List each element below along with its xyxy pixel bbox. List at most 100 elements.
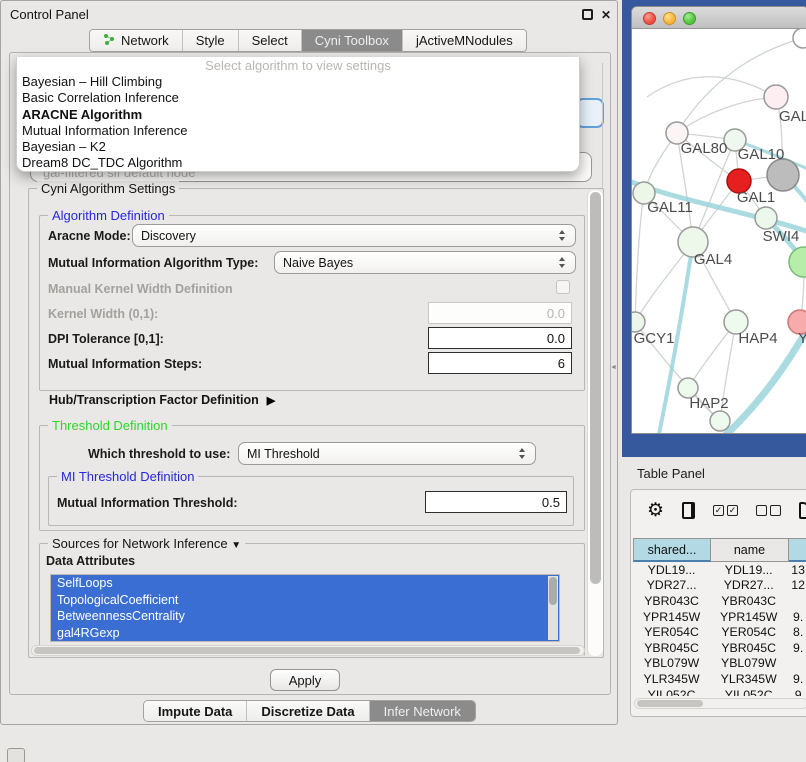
attribute-item-topologicalcoefficient[interactable]: TopologicalCoefficient <box>51 592 559 609</box>
node-partial-top[interactable] <box>793 29 806 48</box>
minimize-traffic-light-icon[interactable] <box>663 12 676 25</box>
network-edge[interactable] <box>635 193 644 322</box>
sources-title[interactable]: Sources for Network Inference ▼ <box>48 536 245 551</box>
attributes-scrollbar[interactable] <box>548 576 558 640</box>
network-edge[interactable] <box>677 97 776 133</box>
node-gcy1[interactable] <box>632 312 645 332</box>
manual-kernel-checkbox[interactable] <box>556 280 570 294</box>
table-horizontal-scrollbar[interactable] <box>634 698 806 709</box>
algorithm-dropdown-placeholder: Select algorithm to view settings <box>17 57 579 74</box>
table-row[interactable]: YDL19...YDL19...13 <box>633 562 806 578</box>
node-swi4[interactable] <box>755 207 777 229</box>
expand-right-icon: ▶ <box>267 394 275 407</box>
data-attributes-list[interactable]: SelfLoopsTopologicalCoefficientBetweenne… <box>50 574 560 642</box>
bottom-tab-discretize-data[interactable]: Discretize Data <box>247 701 369 721</box>
mi-threshold-definition-group: MI Threshold Definition Mutual Informati… <box>48 476 574 526</box>
which-threshold-label: Which threshold to use: <box>88 447 230 461</box>
mi-threshold-value: 0.5 <box>542 495 560 510</box>
deselect-all-checkboxes-icon[interactable] <box>756 505 781 516</box>
attribute-item-gal4rgexp[interactable]: gal4RGexp <box>51 625 559 642</box>
table-row[interactable]: YIL052CYIL052C9 <box>633 687 806 696</box>
clipped-button-fragment[interactable] <box>7 748 25 762</box>
table-row[interactable]: YLR345WYLR345W9. <box>633 671 806 687</box>
tab-cyni-toolbox[interactable]: Cyni Toolbox <box>302 30 403 51</box>
mi-threshold-field[interactable]: 0.5 <box>425 491 567 513</box>
export-table-icon[interactable] <box>799 502 806 519</box>
which-threshold-value: MI Threshold <box>247 447 320 461</box>
node-gray[interactable] <box>767 159 799 191</box>
node-big-green[interactable] <box>789 247 806 277</box>
gear-icon[interactable]: ⚙ <box>647 501 664 520</box>
mi-type-combo[interactable]: Naive Bayes <box>274 251 576 274</box>
algorithm-option-mutual-information-inference[interactable]: Mutual Information Inference <box>17 123 579 139</box>
attribute-item-betweennesscentrality[interactable]: BetweennessCentrality <box>51 608 559 625</box>
combo-arrows-icon <box>519 448 527 459</box>
attributes-scrollbar-thumb[interactable] <box>549 577 557 605</box>
bottom-tab-infer-network[interactable]: Infer Network <box>370 701 475 721</box>
settings-vertical-scrollbar-thumb[interactable] <box>590 192 601 584</box>
columns-icon[interactable] <box>682 502 695 519</box>
close-traffic-light-icon[interactable] <box>643 12 656 25</box>
table-horizontal-scrollbar-thumb[interactable] <box>637 700 703 707</box>
table-column-header-name[interactable]: name <box>711 538 789 562</box>
algorithm-option-dream8-dc-tdc-algorithm[interactable]: Dream8 DC_TDC Algorithm <box>17 155 579 171</box>
table-row[interactable]: YER054CYER054C8. <box>633 624 806 640</box>
attribute-item-selfloops[interactable]: SelfLoops <box>51 575 559 592</box>
algorithm-option-bayesian-k2[interactable]: Bayesian – K2 <box>17 139 579 155</box>
network-graph[interactable]: GALGAL80GAL10GAL1GAL11SWI4GAL4GCY1HAP4YH… <box>632 29 806 434</box>
table-cell: YLR345W <box>633 671 710 687</box>
node-gal10-label: GAL10 <box>738 146 785 163</box>
table-row[interactable]: YBR045CYBR045C9. <box>633 640 806 656</box>
dpi-tolerance-field[interactable]: 0.0 <box>428 327 572 349</box>
tab-network[interactable]: Network <box>90 30 183 51</box>
which-threshold-combo[interactable]: MI Threshold <box>238 442 536 465</box>
table-row[interactable]: YPR145WYPR145W9. <box>633 609 806 625</box>
aracne-mode-label: Aracne Mode: <box>48 229 131 243</box>
table-cell <box>787 656 806 672</box>
settings-horizontal-scrollbar-thumb[interactable] <box>34 647 580 654</box>
split-pane-collapse-icon[interactable]: ◄ <box>610 364 617 371</box>
zoom-traffic-light-icon[interactable] <box>683 12 696 25</box>
dpi-tolerance-label: DPI Tolerance [0,1]: <box>48 332 164 346</box>
table-cell: YIL052C <box>710 687 787 696</box>
tab-select[interactable]: Select <box>239 30 302 51</box>
table-row[interactable]: YBL079WYBL079W <box>633 656 806 672</box>
table-row[interactable]: YBR043CYBR043C <box>633 593 806 609</box>
node-partial-bottom[interactable] <box>710 411 730 431</box>
tab-label: Cyni Toolbox <box>315 33 389 48</box>
node-gal80-label: GAL80 <box>681 140 728 157</box>
float-window-icon[interactable] <box>582 9 593 20</box>
settings-horizontal-scrollbar[interactable] <box>31 645 585 656</box>
table-cell: YPR145W <box>633 609 710 625</box>
bottom-tab-impute-data[interactable]: Impute Data <box>144 701 247 721</box>
apply-button[interactable]: Apply <box>270 669 340 691</box>
node-hap4-label: HAP4 <box>738 330 777 347</box>
algorithm-option-bayesian-hill-climbing[interactable]: Bayesian – Hill Climbing <box>17 74 579 90</box>
node-gal-pink[interactable] <box>764 85 788 109</box>
tab-jactivemnodules[interactable]: jActiveMNodules <box>403 30 526 51</box>
table-cell: YDR27... <box>633 578 710 594</box>
collapse-down-icon: ▼ <box>231 540 241 551</box>
table-column-header-partial[interactable] <box>789 538 806 562</box>
algorithm-dropdown-popup: Select algorithm to view settings Bayesi… <box>16 57 580 172</box>
algorithm-option-aracne-algorithm[interactable]: ARACNE Algorithm <box>17 107 579 123</box>
network-canvas[interactable]: GALGAL80GAL10GAL1GAL11SWI4GAL4GCY1HAP4YH… <box>632 29 806 434</box>
tab-style[interactable]: Style <box>183 30 239 51</box>
select-all-checkboxes-icon[interactable]: ✓✓ <box>713 505 738 516</box>
tab-label: jActiveMNodules <box>416 33 513 48</box>
close-icon[interactable]: ✕ <box>601 8 611 22</box>
table-column-header-shared...[interactable]: shared... <box>633 538 711 562</box>
manual-kernel-label: Manual Kernel Width Definition <box>48 282 233 296</box>
mi-steps-label: Mutual Information Steps: <box>48 357 202 371</box>
hub-definition-expander[interactable]: Hub/Transcription Factor Definition ▶ <box>49 393 275 407</box>
aracne-mode-combo[interactable]: Discovery <box>132 224 576 247</box>
mi-type-value: Naive Bayes <box>283 256 353 270</box>
table-row[interactable]: YDR27...YDR27...12 <box>633 578 806 594</box>
settings-vertical-scrollbar[interactable] <box>587 190 603 656</box>
algorithm-definition-title: Algorithm Definition <box>48 208 169 223</box>
algorithm-option-basic-correlation-inference[interactable]: Basic Correlation Inference <box>17 90 579 106</box>
mi-steps-field[interactable]: 6 <box>428 352 572 374</box>
network-edge[interactable] <box>647 77 776 97</box>
kernel-width-field[interactable]: 0.0 <box>428 302 572 324</box>
focused-spinner-fragment[interactable] <box>576 98 604 128</box>
